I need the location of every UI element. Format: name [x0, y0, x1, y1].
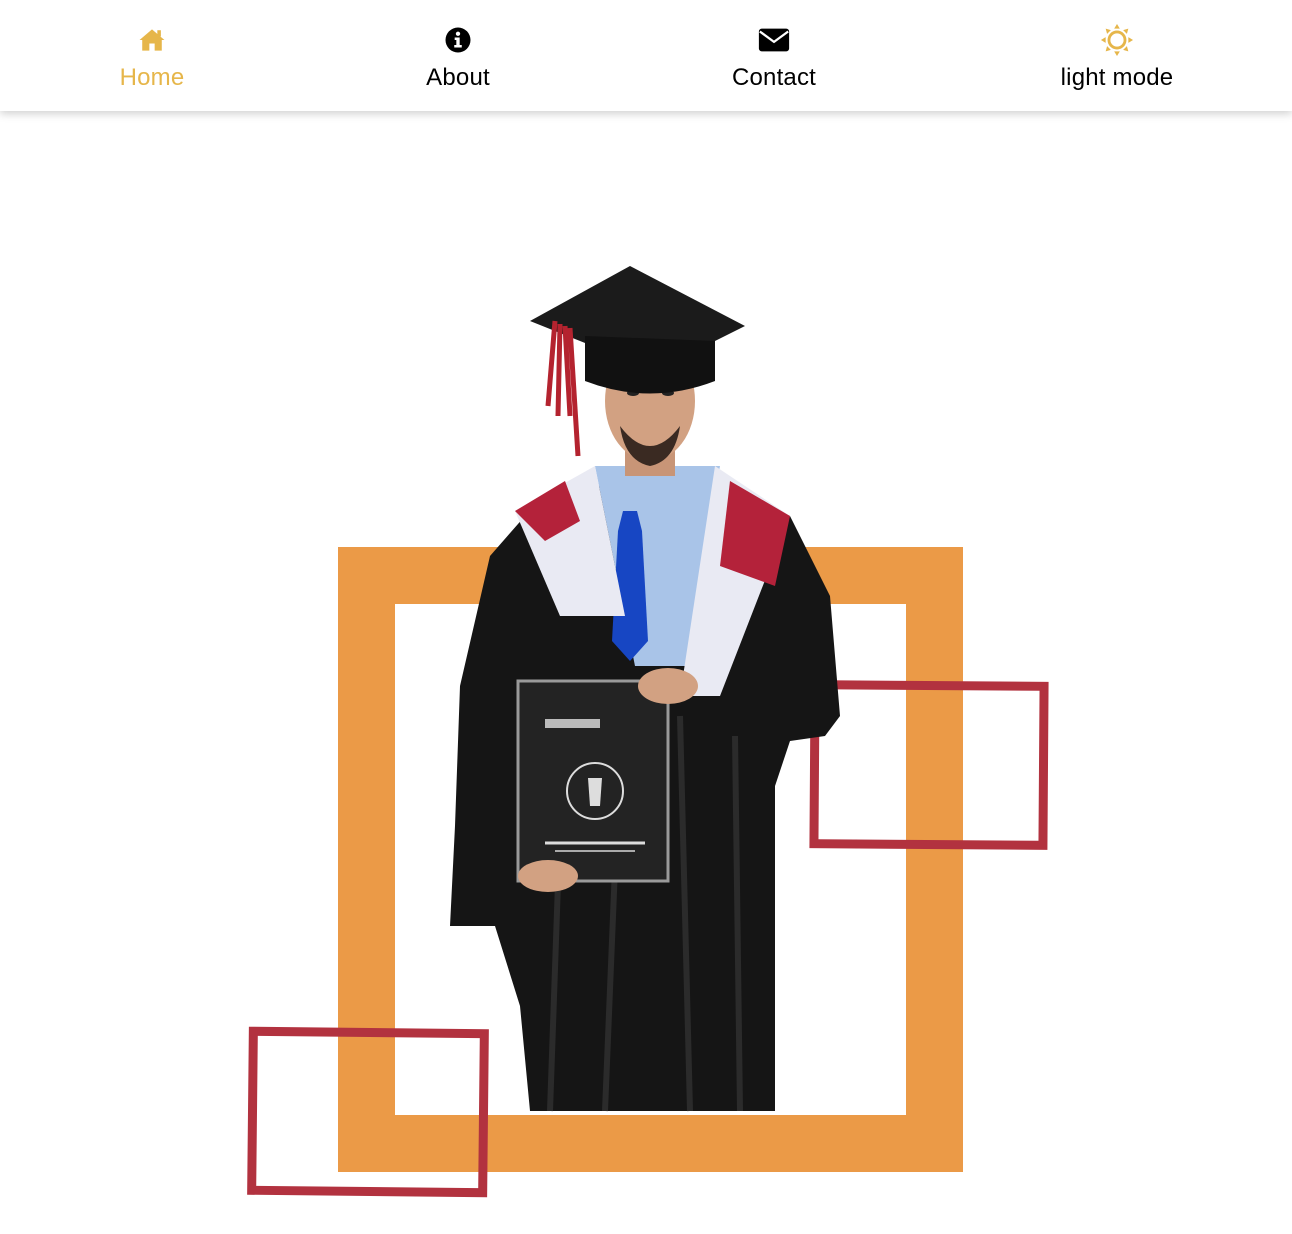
- theme-toggle-label: light mode: [1060, 64, 1174, 91]
- top-navbar: Home About Contact light mode: [0, 0, 1292, 111]
- home-icon: [134, 22, 170, 58]
- nav-about-link[interactable]: About: [398, 22, 518, 92]
- envelope-icon: [756, 22, 792, 58]
- theme-toggle[interactable]: light mode: [1037, 22, 1197, 92]
- graduate-portrait: [450, 266, 840, 1112]
- nav-contact-label: Contact: [731, 64, 817, 91]
- hero-section: [0, 111, 1292, 1234]
- red-square-outline-left: [247, 1026, 489, 1198]
- nav-home-link[interactable]: Home: [92, 22, 212, 92]
- sun-icon: [1099, 22, 1135, 58]
- info-circle-icon: [440, 22, 476, 58]
- nav-home-label: Home: [119, 64, 185, 91]
- nav-about-label: About: [426, 64, 490, 91]
- nav-contact-link[interactable]: Contact: [704, 22, 844, 92]
